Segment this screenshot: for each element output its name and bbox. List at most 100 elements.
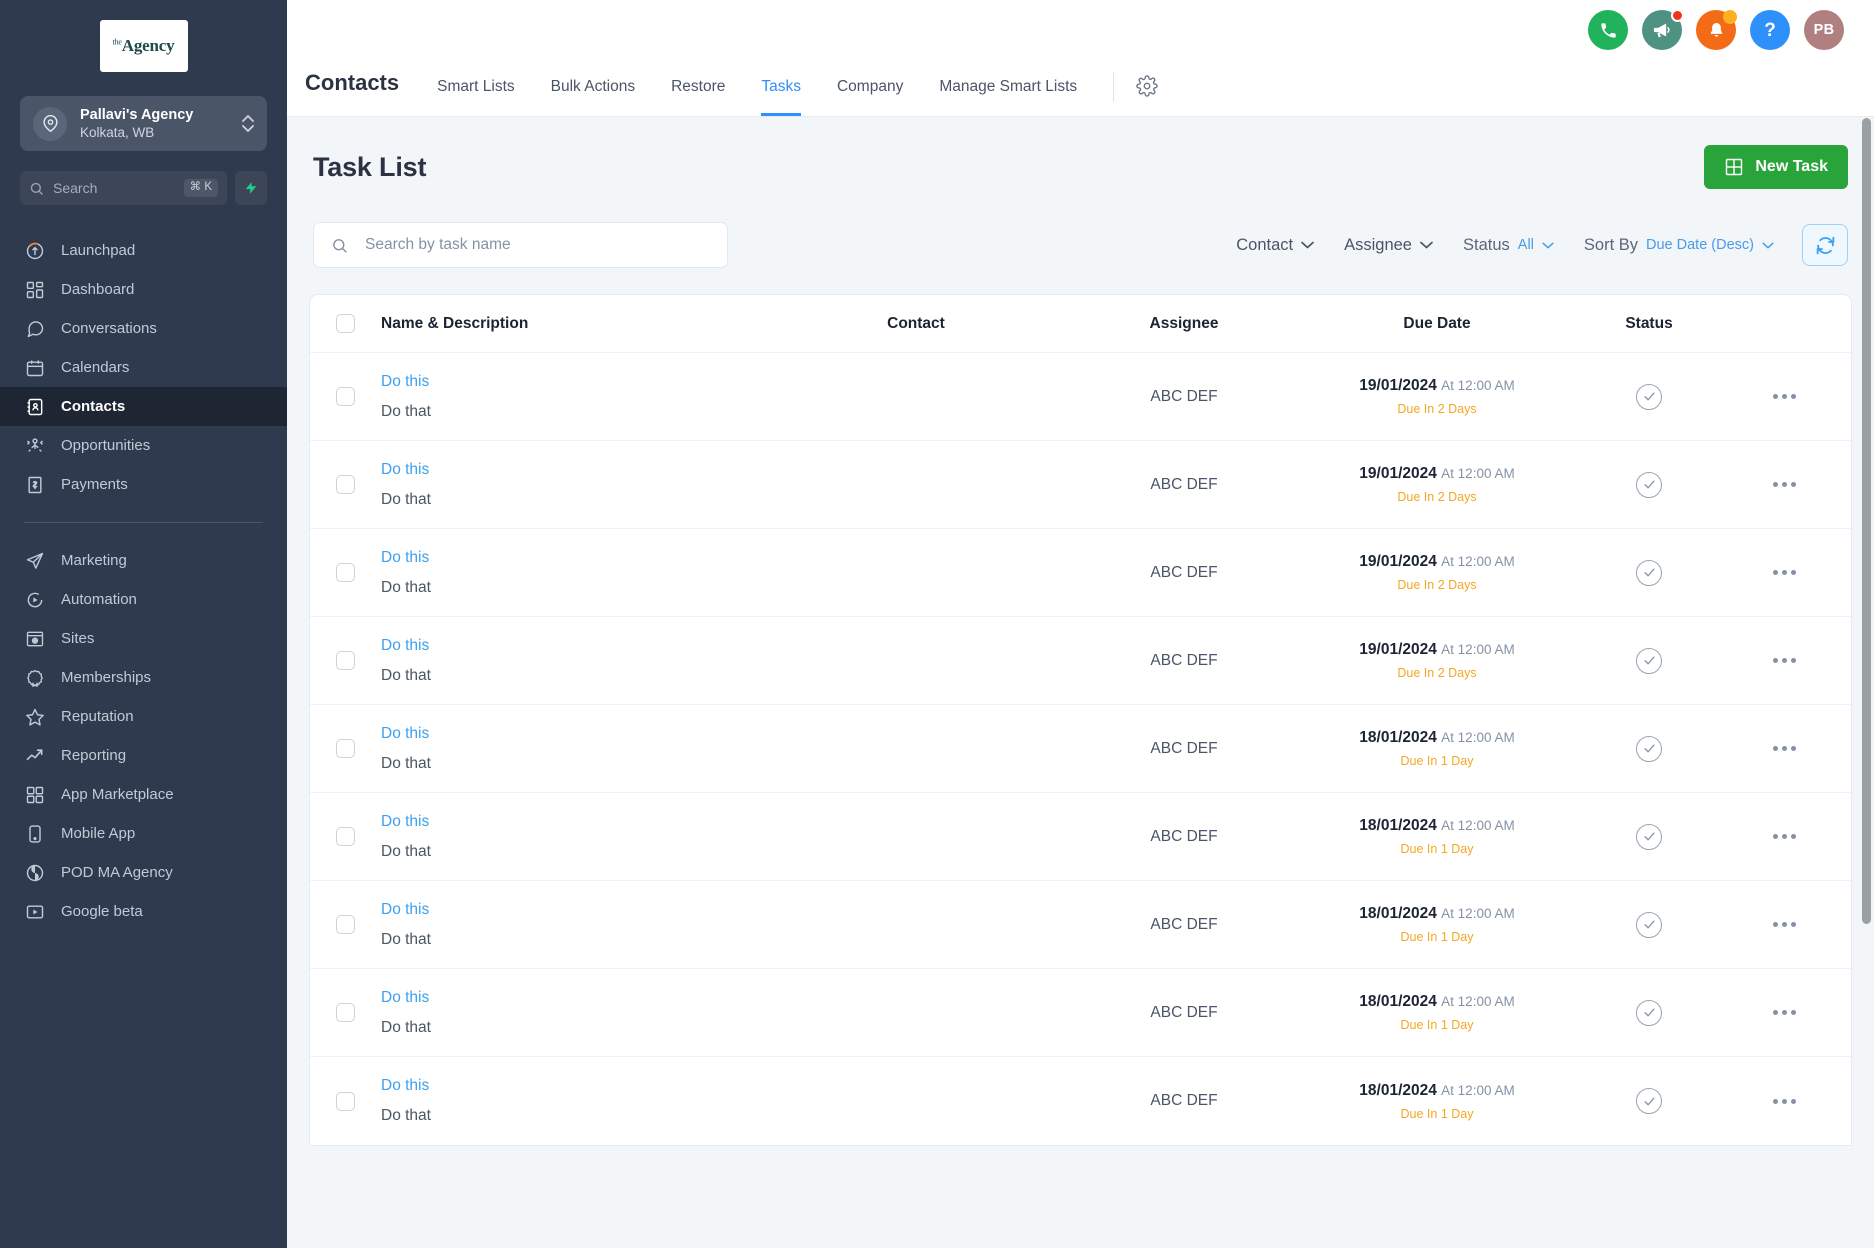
tab-smart-lists[interactable]: Smart Lists	[437, 77, 515, 116]
select-all-checkbox[interactable]	[336, 314, 355, 333]
tab-tasks[interactable]: Tasks	[761, 77, 801, 116]
table-row[interactable]: Do thisDo thatABC DEF19/01/2024 At 12:00…	[310, 441, 1851, 529]
task-due-relative: Due In 2 Days	[1397, 578, 1476, 592]
task-title-link[interactable]: Do this	[381, 813, 783, 831]
phone-icon[interactable]	[1588, 10, 1628, 50]
task-title-link[interactable]: Do this	[381, 373, 783, 391]
agency-switcher[interactable]: Pallavi's Agency Kolkata, WB	[20, 96, 267, 151]
sidebar-item-marketing[interactable]: Marketing	[0, 541, 287, 580]
row-actions-menu[interactable]	[1743, 570, 1825, 575]
task-status-toggle[interactable]	[1636, 912, 1662, 938]
table-row[interactable]: Do thisDo thatABC DEF18/01/2024 At 12:00…	[310, 1057, 1851, 1145]
row-checkbox[interactable]	[336, 1092, 355, 1111]
row-checkbox[interactable]	[336, 651, 355, 670]
task-status-toggle[interactable]	[1636, 1000, 1662, 1026]
task-title-link[interactable]: Do this	[381, 725, 783, 743]
row-actions-menu[interactable]	[1743, 1099, 1825, 1104]
bell-icon[interactable]	[1696, 10, 1736, 50]
task-status-toggle[interactable]	[1636, 472, 1662, 498]
sidebar-item-label: Contacts	[61, 398, 125, 415]
task-title-link[interactable]: Do this	[381, 901, 783, 919]
sidebar-item-opportunities[interactable]: Opportunities	[0, 426, 287, 465]
sidebar-item-launchpad[interactable]: Launchpad	[0, 231, 287, 270]
sort-by-filter[interactable]: Sort By Due Date (Desc)	[1584, 236, 1774, 255]
quick-actions-button[interactable]	[235, 171, 267, 205]
column-header-status: Status	[1555, 315, 1743, 333]
status-filter[interactable]: Status All	[1463, 236, 1554, 255]
task-title-link[interactable]: Do this	[381, 1077, 783, 1095]
table-row[interactable]: Do thisDo thatABC DEF18/01/2024 At 12:00…	[310, 969, 1851, 1057]
global-search-input[interactable]: Search ⌘ K	[20, 171, 227, 205]
megaphone-icon[interactable]	[1642, 10, 1682, 50]
task-assignee: ABC DEF	[1049, 388, 1319, 406]
task-title-link[interactable]: Do this	[381, 989, 783, 1007]
sidebar-item-pod-ma-agency[interactable]: POD MA Agency	[0, 853, 287, 892]
sidebar-item-label: Reputation	[61, 708, 134, 725]
contacts-icon	[24, 396, 46, 418]
sidebar-item-sites[interactable]: Sites	[0, 619, 287, 658]
row-actions-menu[interactable]	[1743, 482, 1825, 487]
sidebar-item-reputation[interactable]: Reputation	[0, 697, 287, 736]
sidebar-item-google-beta[interactable]: Google beta	[0, 892, 287, 931]
row-actions-menu[interactable]	[1743, 746, 1825, 751]
refresh-button[interactable]	[1802, 224, 1848, 266]
dashboard-icon	[24, 279, 46, 301]
task-title-link[interactable]: Do this	[381, 637, 783, 655]
tab-company[interactable]: Company	[837, 77, 903, 116]
task-description: Do that	[381, 1019, 783, 1037]
row-actions-menu[interactable]	[1743, 658, 1825, 663]
row-actions-menu[interactable]	[1743, 834, 1825, 839]
table-row[interactable]: Do thisDo thatABC DEF18/01/2024 At 12:00…	[310, 705, 1851, 793]
task-status-toggle[interactable]	[1636, 384, 1662, 410]
sidebar-item-memberships[interactable]: Memberships	[0, 658, 287, 697]
task-description: Do that	[381, 1107, 783, 1125]
sidebar-item-reporting[interactable]: Reporting	[0, 736, 287, 775]
task-search-input[interactable]: Search by task name	[313, 222, 728, 268]
tab-manage-smart-lists[interactable]: Manage Smart Lists	[939, 77, 1077, 116]
table-row[interactable]: Do thisDo thatABC DEF19/01/2024 At 12:00…	[310, 529, 1851, 617]
assignee-filter[interactable]: Assignee	[1344, 236, 1433, 255]
row-checkbox[interactable]	[336, 827, 355, 846]
table-row[interactable]: Do thisDo thatABC DEF18/01/2024 At 12:00…	[310, 881, 1851, 969]
sidebar-item-calendars[interactable]: Calendars	[0, 348, 287, 387]
sidebar-item-payments[interactable]: Payments	[0, 465, 287, 504]
topbar-tabs: Contacts Smart Lists Bulk Actions Restor…	[287, 70, 1158, 116]
table-row[interactable]: Do thisDo thatABC DEF19/01/2024 At 12:00…	[310, 353, 1851, 441]
tab-restore[interactable]: Restore	[671, 77, 725, 116]
row-checkbox[interactable]	[336, 1003, 355, 1022]
task-status-toggle[interactable]	[1636, 736, 1662, 762]
table-row[interactable]: Do thisDo thatABC DEF18/01/2024 At 12:00…	[310, 793, 1851, 881]
task-due-time: At 12:00 AM	[1441, 906, 1515, 921]
row-checkbox[interactable]	[336, 387, 355, 406]
task-due-time: At 12:00 AM	[1441, 642, 1515, 657]
task-status-toggle[interactable]	[1636, 560, 1662, 586]
task-description: Do that	[381, 667, 783, 685]
sidebar-item-dashboard[interactable]: Dashboard	[0, 270, 287, 309]
vertical-scrollbar[interactable]	[1862, 118, 1871, 924]
row-checkbox[interactable]	[336, 563, 355, 582]
new-task-button[interactable]: New Task	[1704, 145, 1848, 189]
sidebar-item-mobile-app[interactable]: Mobile App	[0, 814, 287, 853]
row-actions-menu[interactable]	[1743, 1010, 1825, 1015]
contact-filter[interactable]: Contact	[1236, 236, 1314, 255]
gear-icon[interactable]	[1136, 75, 1158, 116]
sidebar-item-contacts[interactable]: Contacts	[0, 387, 287, 426]
help-icon[interactable]: ?	[1750, 10, 1790, 50]
row-checkbox[interactable]	[336, 915, 355, 934]
row-checkbox[interactable]	[336, 475, 355, 494]
sidebar-item-conversations[interactable]: Conversations	[0, 309, 287, 348]
row-actions-menu[interactable]	[1743, 394, 1825, 399]
row-actions-menu[interactable]	[1743, 922, 1825, 927]
task-assignee: ABC DEF	[1049, 828, 1319, 846]
task-title-link[interactable]: Do this	[381, 549, 783, 567]
sidebar-item-app-marketplace[interactable]: App Marketplace	[0, 775, 287, 814]
avatar[interactable]: PB	[1804, 10, 1844, 50]
task-status-toggle[interactable]	[1636, 648, 1662, 674]
task-status-toggle[interactable]	[1636, 1088, 1662, 1114]
table-row[interactable]: Do thisDo thatABC DEF19/01/2024 At 12:00…	[310, 617, 1851, 705]
task-status-toggle[interactable]	[1636, 824, 1662, 850]
tab-bulk-actions[interactable]: Bulk Actions	[551, 77, 635, 116]
task-title-link[interactable]: Do this	[381, 461, 783, 479]
row-checkbox[interactable]	[336, 739, 355, 758]
sidebar-item-automation[interactable]: Automation	[0, 580, 287, 619]
